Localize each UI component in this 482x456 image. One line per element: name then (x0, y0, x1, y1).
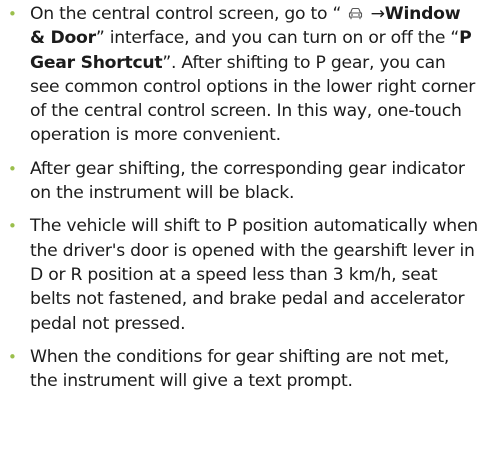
item-text: When the conditions for gear shifting ar… (30, 346, 450, 392)
item-text-segment: ” interface, and you can turn on or off … (95, 28, 460, 49)
list-item: • When the conditions for gear shifting … (0, 345, 482, 394)
list-item: • The vehicle will shift to P position a… (0, 214, 482, 335)
list-item: • After gear shifting, the corresponding… (0, 157, 482, 206)
item-text: After gear shifting, the corresponding g… (30, 158, 465, 204)
bullet-marker: • (8, 159, 17, 178)
bullet-marker: • (8, 347, 17, 366)
bullet-marker: • (8, 217, 17, 236)
item-text-segment: → (365, 4, 385, 24)
car-icon (348, 7, 363, 20)
bullet-marker: • (8, 5, 17, 23)
list-item: • On the central control screen, go to “… (0, 2, 482, 148)
item-text-segment: On the central control screen, go to “ (30, 4, 347, 24)
instruction-list: • On the central control screen, go to “… (0, 0, 482, 393)
item-text: The vehicle will shift to P position aut… (30, 216, 478, 334)
